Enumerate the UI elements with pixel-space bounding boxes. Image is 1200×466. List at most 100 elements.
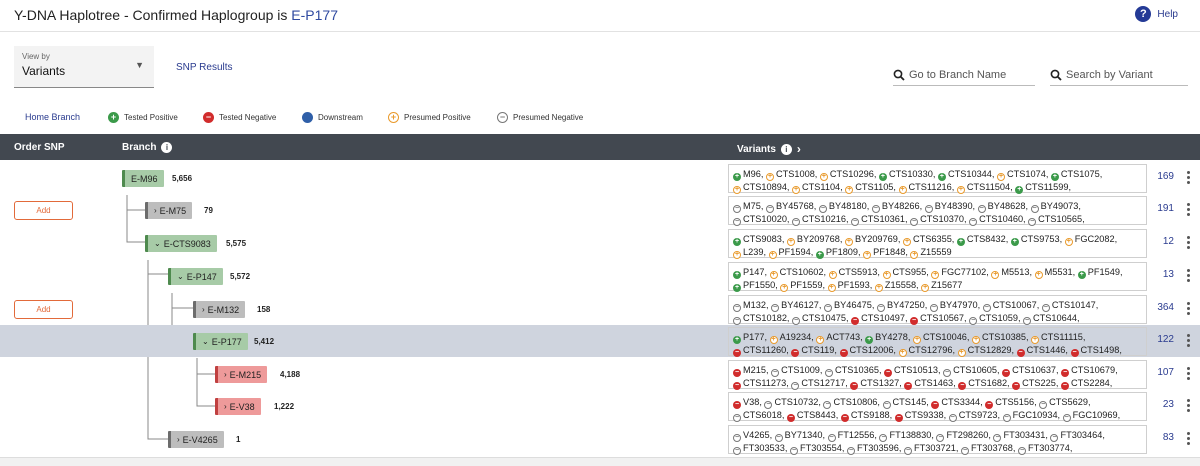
table-row[interactable]: E-M96 5,656 + M96, + CTS1008, + CTS10296, + CT… [0,162,1200,194]
chevron-right-icon[interactable]: › [224,402,227,411]
plus-icon: + [769,270,778,279]
branch-search-input[interactable]: Go to Branch Name [893,64,1035,86]
horizontal-scrollbar[interactable] [0,457,1200,466]
info-icon[interactable]: i [161,142,173,153]
branch-node[interactable]: › E-V38 [215,398,261,415]
variant-count-link[interactable]: 12 [1148,236,1174,247]
branch-node[interactable]: › E-V4265 [168,431,224,448]
branch-node[interactable]: ⌄ E-P177 [193,333,248,350]
variant-count-link[interactable]: 169 [1148,171,1174,182]
more-options-icon[interactable] [1186,202,1190,217]
confirmed-haplogroup[interactable]: E-P177 [291,7,338,23]
minus-icon: − [910,217,919,226]
variant-count-link[interactable]: 13 [1148,269,1174,280]
branch-node[interactable]: ⌄ E-P147 [168,268,223,285]
dropdown-caret-icon[interactable]: ▼ [135,60,144,70]
branch-node[interactable]: › E-M215 [215,366,268,383]
branch-node[interactable]: › E-M75 [145,202,193,219]
variant-name: CTS10637, [1012,365,1062,375]
minus-icon: − [823,400,832,409]
branch-search-placeholder[interactable]: Go to Branch Name [909,69,1006,81]
variant-name: BY209769, [854,234,903,244]
variant-count-link[interactable]: 191 [1148,203,1174,214]
help-label[interactable]: Help [1157,9,1178,20]
branch-name[interactable]: E-M75 [160,206,187,216]
help-link[interactable]: ? Help [1135,6,1178,22]
chevron-down-icon[interactable]: ⌄ [154,239,161,248]
chevron-right-icon[interactable]: › [224,370,227,379]
legend-home-label[interactable]: Home Branch [25,112,80,122]
downstream-dot-icon [302,112,313,123]
variant-name: CTS10567, [920,313,970,323]
add-order-snp-button[interactable]: Add [14,201,73,220]
chevron-right-icon[interactable]: › [797,142,801,156]
variant-search-input[interactable]: Search by Variant [1050,64,1188,86]
more-options-icon[interactable] [1186,170,1190,185]
branch-node[interactable]: ⌄ E-CTS9083 [145,235,217,252]
variant-count-link[interactable]: 364 [1148,302,1174,313]
branch-name[interactable]: E-CTS9083 [164,239,211,249]
add-order-snp-button[interactable]: Add [14,300,73,319]
legend-home-branch[interactable]: Home Branch [25,112,80,122]
more-options-icon[interactable] [1186,366,1190,381]
minus-icon: − [871,204,880,213]
branch-name[interactable]: E-V38 [230,402,255,412]
table-row[interactable]: Add › E-M75 79− M75, − BY45768, − BY48180, − BY… [0,194,1200,226]
variant-count-link[interactable]: 23 [1148,399,1174,410]
table-row[interactable]: › E-V38 1,222− V38, − CTS10732, − CTS10806, −… [0,390,1200,422]
chevron-down-icon[interactable]: ⌄ [202,337,209,346]
variant-name: V4265, [743,430,775,440]
snp-results-link[interactable]: SNP Results [176,62,233,73]
variant-name: L239, [743,247,769,257]
plus-icon: + [1010,237,1019,246]
minus-icon: − [825,368,834,377]
table-row[interactable]: ⌄ E-P147 5,572 + P147, + CTS10602, + CTS5913, … [0,260,1200,292]
branch-tester-count: 4,188 [280,370,301,379]
variant-search-placeholder[interactable]: Search by Variant [1066,69,1153,81]
branch-name[interactable]: E-M132 [208,305,240,315]
variants-line: − CTS6018, − CTS8443, − CTS9188, − CTS9338, … [733,409,1138,422]
more-options-icon[interactable] [1186,333,1190,348]
more-options-icon[interactable] [1186,268,1190,283]
minus-icon: − [943,368,952,377]
variants-list: − V4265, − BY71340, − FT12556, − FT138830, −… [733,429,1138,455]
table-row[interactable]: › E-V4265 1− V4265, − BY71340, − FT12556, − FT… [0,423,1200,455]
variant-count-link[interactable]: 83 [1148,432,1174,443]
view-by-value[interactable]: Variants [22,64,146,78]
chevron-down-icon[interactable]: ⌄ [177,272,184,281]
variant-name: BY46475, [834,300,877,310]
table-row[interactable]: ⌄ E-P177 5,412 + P177, + A19234, + ACT743, + BY… [0,325,1200,357]
more-options-icon[interactable] [1186,235,1190,250]
branch-name[interactable]: E-M215 [230,370,262,380]
view-by-select[interactable]: View by Variants ▼ [14,46,154,88]
branch-tester-count: 5,575 [226,239,247,248]
table-row[interactable]: Add › E-M132 158 − M132, − BY46127, − BY46475, … [0,293,1200,325]
table-row[interactable]: ⌄ E-CTS9083 5,575 + CTS9083, + BY209768, + BY2… [0,227,1200,259]
chevron-right-icon[interactable]: › [202,305,205,314]
variant-name: M215, [743,365,772,375]
minus-icon: − [790,446,798,455]
branch-name[interactable]: E-M96 [131,174,158,184]
minus-icon: − [936,433,945,442]
help-icon[interactable]: ? [1135,6,1152,22]
info-icon[interactable]: i [780,143,792,155]
variant-count-link[interactable]: 122 [1148,334,1174,345]
branch-name[interactable]: E-P147 [187,272,217,282]
more-options-icon[interactable] [1186,431,1190,446]
chevron-right-icon[interactable]: › [154,206,157,215]
branch-node[interactable]: E-M96 [122,170,164,187]
branch-name[interactable]: E-V4265 [183,435,218,445]
plus-icon: + [733,283,741,292]
minus-icon: − [977,204,986,213]
more-options-icon[interactable] [1186,398,1190,413]
variant-count-link[interactable]: 107 [1148,367,1174,378]
chevron-right-icon[interactable]: › [177,435,180,444]
branch-node[interactable]: › E-M132 [193,301,246,318]
variant-name: PF1593, [837,280,875,290]
branch-name[interactable]: E-P177 [212,337,242,347]
table-row[interactable]: › E-M215 4,188 − M215, − CTS1009, − CTS10365, … [0,358,1200,390]
variant-name: CTS1498, [1080,345,1122,355]
legend-label: Presumed Positive [404,113,471,122]
more-options-icon[interactable] [1186,301,1190,316]
variant-name: BY209768, [796,234,845,244]
